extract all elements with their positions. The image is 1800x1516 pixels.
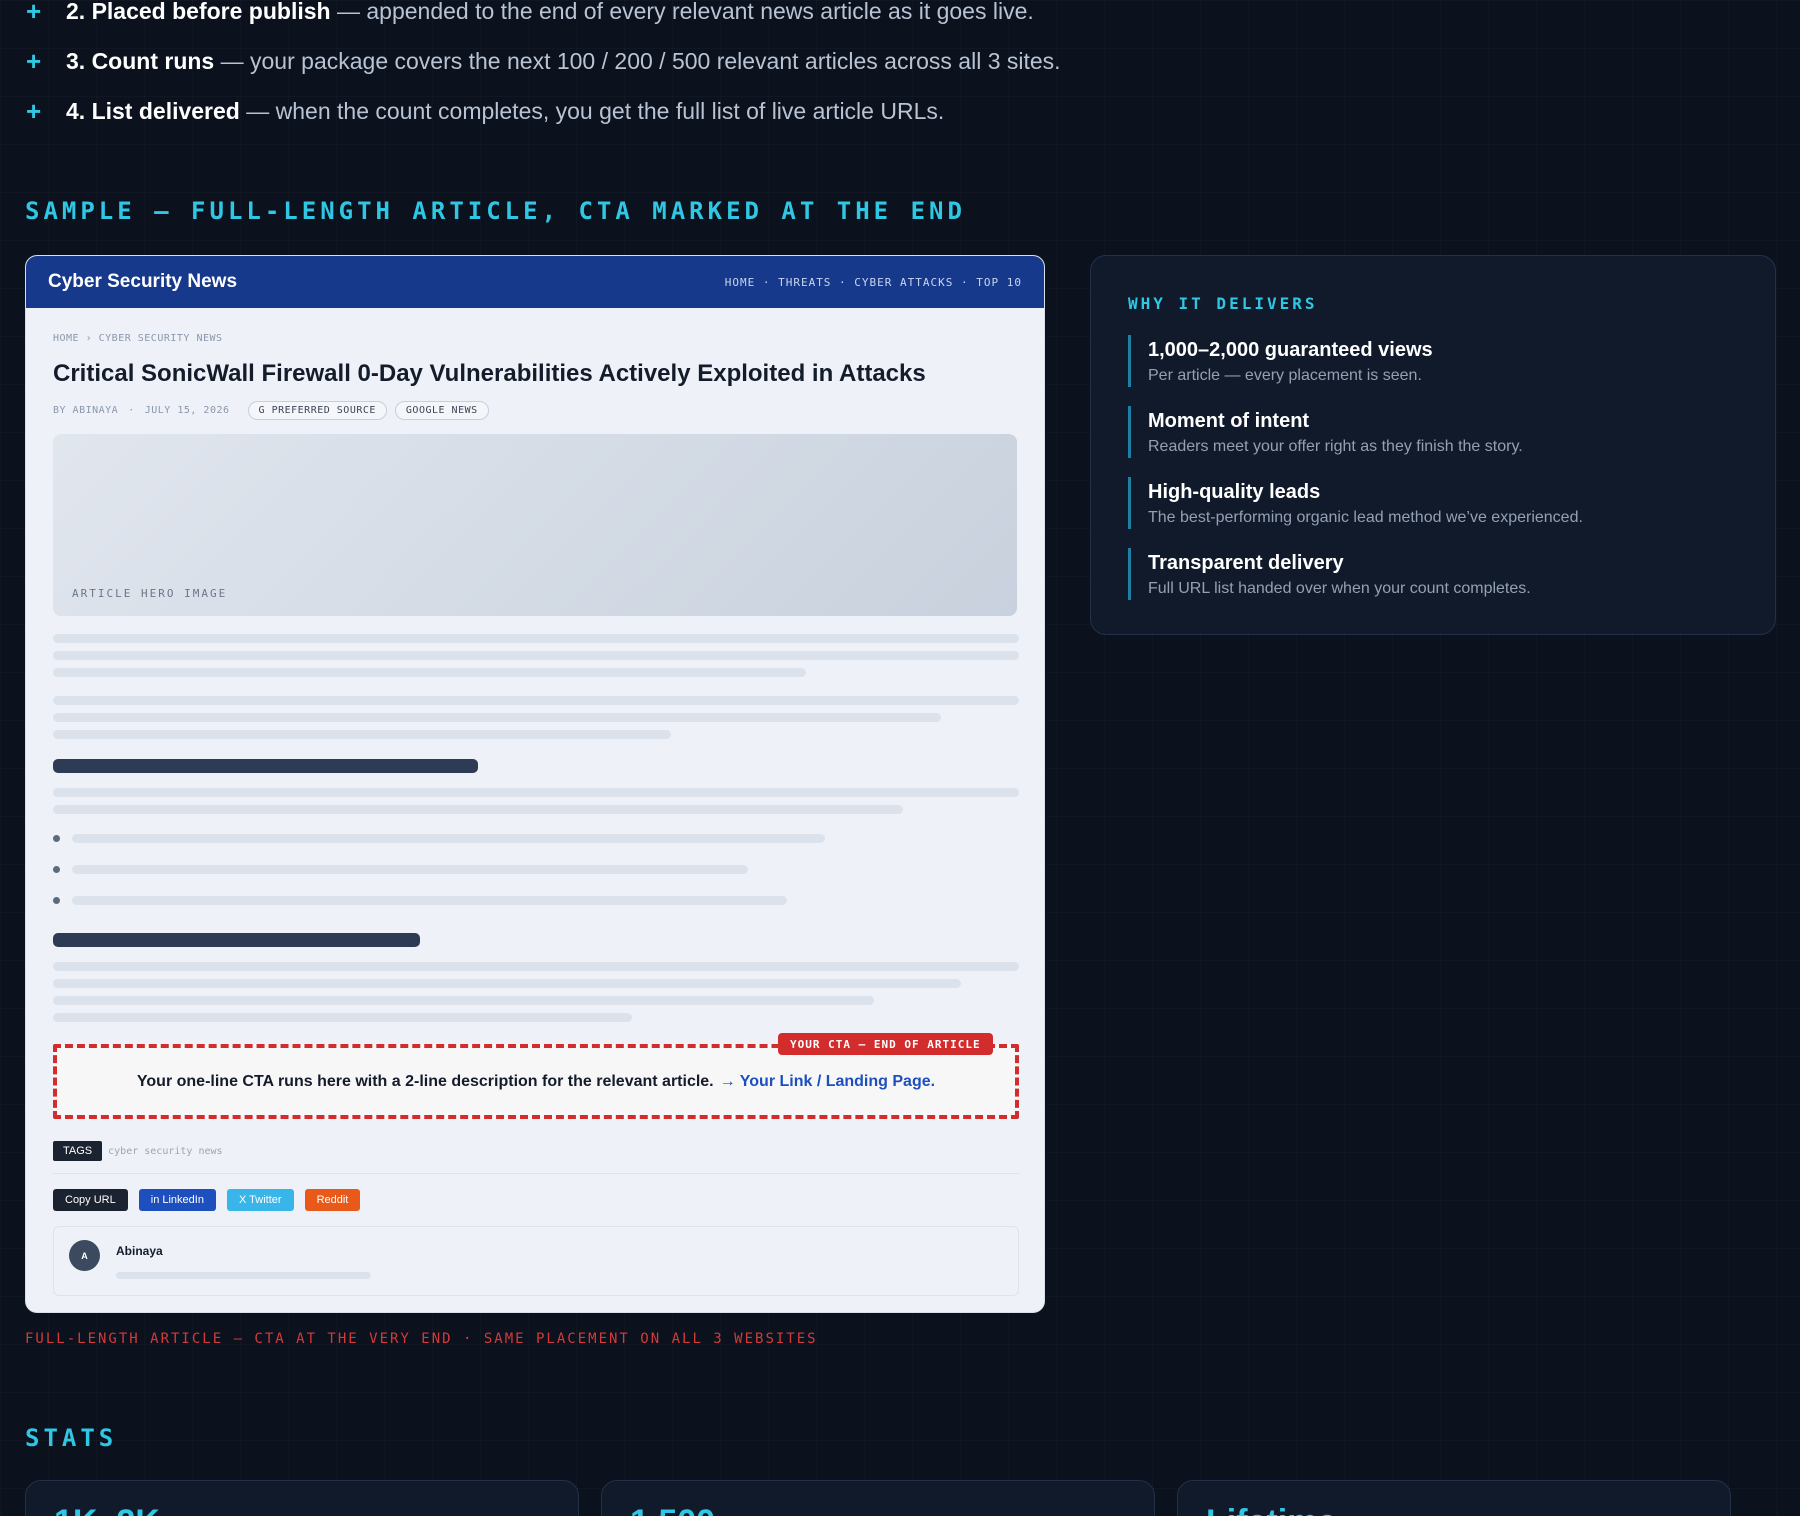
subheading-placeholder <box>53 933 420 947</box>
hero-image: ARTICLE HERO IMAGE <box>53 434 1017 616</box>
article-body: HOME › CYBER SECURITY NEWS Critical Soni… <box>26 333 1044 1022</box>
cta-badge: YOUR CTA — END OF ARTICLE <box>778 1033 993 1055</box>
plus-icon: + <box>26 0 42 26</box>
step-desc: — when the count completes, you get the … <box>239 97 945 124</box>
google-news-chip[interactable]: GOOGLE NEWS <box>394 401 489 420</box>
bullet-dot <box>53 835 60 842</box>
step-item: + 3. Count runs — your package covers th… <box>26 36 1061 86</box>
paragraph-placeholder <box>53 962 1019 1022</box>
author-bio-placeholder <box>116 1272 371 1279</box>
why-item-title: High-quality leads <box>1148 481 1321 503</box>
copy-url-button[interactable]: Copy URL <box>53 1189 128 1211</box>
reddit-share-button[interactable]: Reddit <box>304 1189 361 1211</box>
bullet-dot <box>53 897 60 904</box>
subheading-placeholder <box>53 759 478 773</box>
why-item-desc: Full URL list handed over when your coun… <box>1148 580 1531 597</box>
stat-value: 1K–2K <box>54 1503 160 1516</box>
article-headline: Critical SonicWall Firewall 0-Day Vulner… <box>53 360 926 387</box>
stat-value: 1,500 <box>630 1503 715 1516</box>
hero-image-label: ARTICLE HERO IMAGE <box>72 587 228 600</box>
divider <box>53 1173 1019 1174</box>
byline: BY ABINAYA <box>53 405 119 416</box>
site-header: Cyber Security News HOME · THREATS · CYB… <box>26 256 1044 308</box>
cta-text: Your one-line CTA runs here with a 2-lin… <box>136 1072 714 1090</box>
tag-link[interactable]: cyber security news <box>108 1146 222 1157</box>
tags-row: TAGS cyber security news <box>53 1141 223 1161</box>
site-nav[interactable]: HOME · THREATS · CYBER ATTACKS · TOP 10 <box>725 276 1022 289</box>
step-item: + 2. Placed before publish — appended to… <box>26 0 1061 36</box>
breadcrumb: HOME › CYBER SECURITY NEWS <box>53 333 223 344</box>
linkedin-share-button[interactable]: in LinkedIn <box>138 1189 216 1211</box>
sample-caption: FULL-LENGTH ARTICLE — CTA AT THE VERY EN… <box>25 1331 818 1347</box>
plus-icon: + <box>26 45 42 76</box>
step-title: 2. Placed before publish <box>66 0 331 24</box>
article-meta: BY ABINAYA · JULY 15, 2026 G PREFERRED S… <box>53 401 1017 420</box>
tags-label: TAGS <box>53 1141 103 1161</box>
bullet-dot <box>53 866 60 873</box>
why-item-desc: Readers meet your offer right as they fi… <box>1148 438 1523 455</box>
step-title: 4. List delivered <box>66 97 240 124</box>
why-item-title: Transparent delivery <box>1148 552 1344 574</box>
site-name[interactable]: Cyber Security News <box>48 271 237 293</box>
why-item-desc: Per article — every placement is seen. <box>1148 367 1422 384</box>
why-item-title: Moment of intent <box>1148 410 1310 432</box>
cta-link[interactable]: → Your Link / Landing Page. <box>720 1073 935 1091</box>
paragraph-placeholder <box>53 634 1019 677</box>
why-item-title: 1,000–2,000 guaranteed views <box>1148 339 1433 361</box>
avatar: A <box>69 1240 100 1271</box>
why-item: Moment of intent Readers meet your offer… <box>1128 406 1523 458</box>
why-item: 1,000–2,000 guaranteed views Per article… <box>1128 335 1433 387</box>
author-name[interactable]: Abinaya <box>116 1244 163 1258</box>
paragraph-placeholder <box>53 788 1019 814</box>
twitter-share-button[interactable]: X Twitter <box>226 1189 294 1211</box>
stat-value: Lifetime <box>1206 1503 1336 1516</box>
why-title: WHY IT DELIVERS <box>1128 294 1318 313</box>
step-title: 3. Count runs <box>66 47 215 74</box>
step-item: + 4. List delivered — when the count com… <box>26 86 1061 136</box>
stat-card: Lifetime <box>1177 1480 1731 1516</box>
why-it-delivers-panel: WHY IT DELIVERS 1,000–2,000 guaranteed v… <box>1090 255 1776 635</box>
stat-card: 1K–2K <box>25 1480 579 1516</box>
share-buttons: Copy URL in LinkedIn X Twitter Reddit <box>53 1189 371 1211</box>
meta-separator: · <box>128 405 135 416</box>
bullet-list-placeholder <box>53 834 1017 905</box>
stat-card: 1,500 <box>601 1480 1155 1516</box>
step-desc: — your package covers the next 100 / 200… <box>214 47 1061 74</box>
cta-placement-box[interactable]: Your one-line CTA runs here with a 2-lin… <box>53 1044 1019 1119</box>
publish-date: JULY 15, 2026 <box>144 405 230 416</box>
step-desc: — appended to the end of every relevant … <box>330 0 1034 24</box>
preferred-source-chip[interactable]: G PREFERRED SOURCE <box>247 401 387 420</box>
stats-heading: STATS <box>25 1424 118 1452</box>
sample-heading: SAMPLE — FULL-LENGTH ARTICLE, CTA MARKED… <box>25 197 966 225</box>
paragraph-placeholder <box>53 696 1019 739</box>
author-box: A Abinaya <box>53 1226 1019 1296</box>
why-item-desc: The best-performing organic lead method … <box>1148 509 1583 526</box>
why-item: High-quality leads The best-performing o… <box>1128 477 1583 529</box>
steps-list: + 2. Placed before publish — appended to… <box>26 0 1061 136</box>
sample-article-card: Cyber Security News HOME · THREATS · CYB… <box>25 255 1045 1313</box>
why-item: Transparent delivery Full URL list hande… <box>1128 548 1531 600</box>
plus-icon: + <box>26 95 42 126</box>
